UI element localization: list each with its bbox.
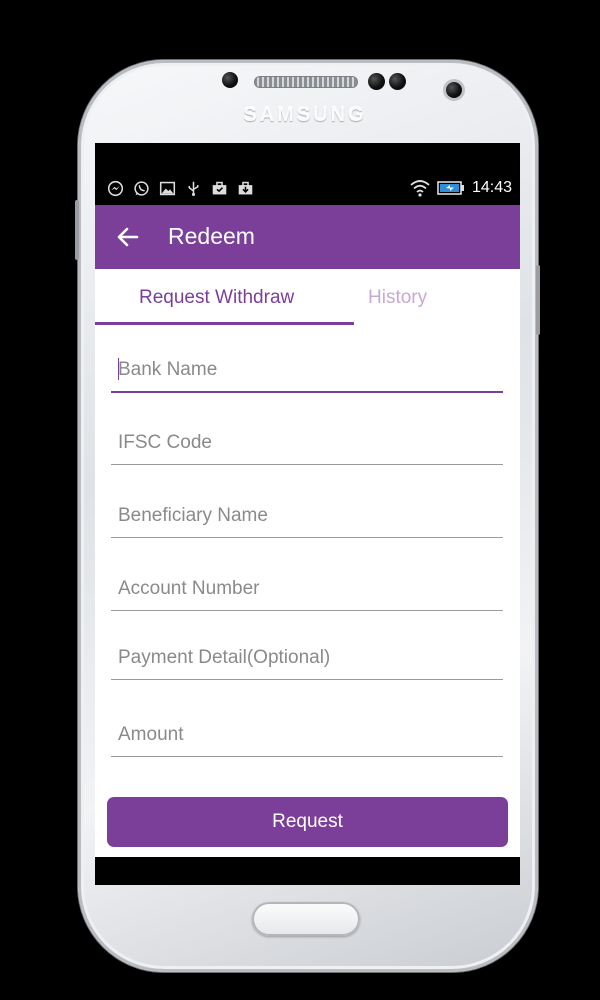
earpiece-speaker xyxy=(254,76,358,88)
light-sensor-2 xyxy=(389,73,406,90)
device-mockup: SAMSUNG 14:43 Redeem Request Withdraw Hi… xyxy=(0,0,600,1000)
light-sensor xyxy=(368,73,385,90)
screen: 14:43 Redeem Request Withdraw History Ba… xyxy=(95,143,520,885)
battery-charging-icon xyxy=(437,181,464,195)
tab-request-withdraw[interactable]: Request Withdraw xyxy=(139,287,294,309)
bank-name-field[interactable]: Bank Name xyxy=(111,347,503,393)
home-button[interactable] xyxy=(252,902,360,936)
payment-detail-field[interactable]: Payment Detail(Optional) xyxy=(111,635,503,680)
messenger-icon xyxy=(107,180,124,197)
notification-icons xyxy=(107,180,254,197)
whatsapp-icon xyxy=(134,181,149,196)
wifi-icon xyxy=(410,180,430,197)
app-bar: Redeem xyxy=(95,205,520,269)
amount-placeholder: Amount xyxy=(118,724,184,745)
beneficiary-name-field[interactable]: Beneficiary Name xyxy=(111,493,503,538)
back-arrow-icon[interactable] xyxy=(115,224,141,250)
payment-detail-placeholder: Payment Detail(Optional) xyxy=(118,647,331,668)
status-indicators: 14:43 xyxy=(410,179,512,197)
tab-bar: Request Withdraw History xyxy=(95,269,520,325)
power-button xyxy=(536,265,540,335)
front-camera xyxy=(446,82,462,98)
bottom-black-bar xyxy=(95,857,520,885)
proximity-sensor xyxy=(222,72,238,88)
clock: 14:43 xyxy=(471,179,512,196)
ifsc-code-placeholder: IFSC Code xyxy=(118,432,212,453)
usb-icon xyxy=(188,181,199,196)
tab-history[interactable]: History xyxy=(368,287,427,309)
text-cursor xyxy=(118,358,119,380)
briefcase-icon xyxy=(212,181,227,195)
amount-field[interactable]: Amount xyxy=(111,712,503,757)
download-icon xyxy=(238,181,253,195)
brand-logo: SAMSUNG xyxy=(243,104,367,126)
beneficiary-name-placeholder: Beneficiary Name xyxy=(118,505,268,526)
account-number-placeholder: Account Number xyxy=(118,578,260,599)
bank-name-placeholder: Bank Name xyxy=(118,359,218,380)
redeem-form-page: Request Withdraw History Bank Name IFSC … xyxy=(95,269,520,857)
active-tab-indicator xyxy=(95,322,354,325)
account-number-field[interactable]: Account Number xyxy=(111,566,503,611)
volume-button xyxy=(75,200,79,260)
status-bar: 14:43 xyxy=(95,175,520,203)
request-button[interactable]: Request xyxy=(107,797,508,847)
gallery-icon xyxy=(159,181,176,196)
ifsc-code-field[interactable]: IFSC Code xyxy=(111,420,503,465)
page-title: Redeem xyxy=(168,223,255,249)
